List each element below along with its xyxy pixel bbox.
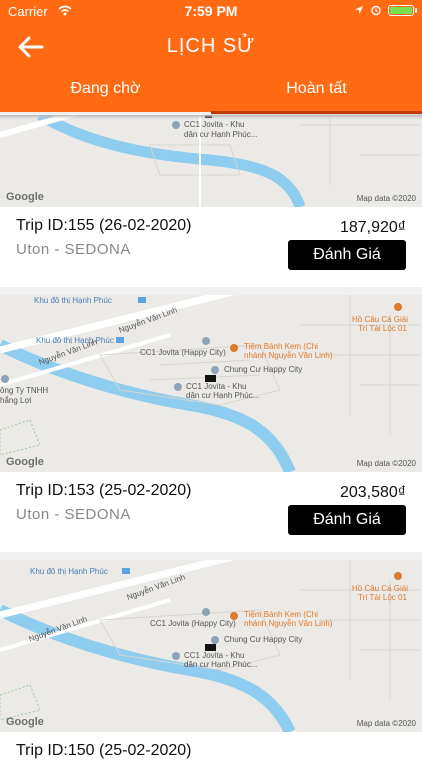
- vehicle-name: Uton - SEDONA: [16, 506, 131, 523]
- map-label: Chung Cư Happy City: [224, 635, 302, 644]
- rate-button[interactable]: Đánh Giá: [288, 505, 406, 535]
- map-label: Khu đô thị Hạnh Phúc: [36, 336, 114, 345]
- trip-price: 187,920₫: [339, 219, 406, 236]
- map-label: Trí Tài Lộc 01: [358, 593, 407, 602]
- rate-button[interactable]: Đánh Giá: [288, 240, 406, 270]
- map-label: ông Ty TNHH: [0, 386, 48, 395]
- trip-id: Trip ID:150 (25-02-2020): [16, 742, 192, 759]
- map-attribution: Map data ©2020: [356, 194, 416, 203]
- google-logo: Google: [6, 456, 44, 468]
- page-title: LỊCH SỬ: [166, 35, 256, 57]
- battery-icon: [388, 4, 417, 16]
- header-shadow: [0, 115, 422, 119]
- map-attribution: Map data ©2020: [356, 719, 416, 728]
- trip-card[interactable]: Trip ID:150 (25-02-2020): [0, 732, 422, 772]
- google-logo: Google: [6, 191, 44, 203]
- trip-card[interactable]: Trip ID:153 (25-02-2020) Uton - SEDONA 2…: [0, 472, 422, 552]
- tab-bar: Đang chờ Hoàn tất: [0, 72, 422, 112]
- google-logo: Google: [6, 716, 44, 728]
- map-label: nhánh Nguyễn Văn Linh): [244, 619, 333, 628]
- map-label: CC1 Jovita - Khu: [184, 651, 244, 660]
- nav-bar: LỊCH SỬ: [0, 22, 422, 72]
- map-label: CC1 Jovita - Khu: [184, 120, 244, 129]
- map-label: Chung Cư Happy City: [224, 365, 302, 374]
- map-label: nhánh Nguyễn Văn Linh): [244, 351, 333, 360]
- trip-card[interactable]: Trip ID:155 (26-02-2020) Uton - SEDONA 1…: [0, 207, 422, 287]
- map-attribution: Map data ©2020: [356, 459, 416, 468]
- alarm-icon: [371, 5, 381, 16]
- map-label: Tiệm Bánh Kem (Chi: [244, 342, 318, 351]
- map-label: Khu đô thị Hạnh Phúc: [30, 567, 108, 576]
- status-bar: Carrier 7:59 PM: [0, 0, 422, 22]
- map-label: Trí Tài Lộc 01: [358, 324, 407, 333]
- map-label: CC1 Jovita (Happy City): [140, 348, 226, 357]
- trip-map[interactable]: CC1 Jovita - Khu dân cư Hạnh Phúc... Goo…: [0, 115, 422, 207]
- map-label: Hồ Câu Cá Giải: [352, 315, 408, 324]
- map-label: dân cư Hạnh Phúc...: [184, 130, 257, 139]
- map-label: dân cư Hạnh Phúc...: [184, 660, 257, 669]
- location-arrow-icon: [355, 6, 363, 14]
- trip-map[interactable]: Khu đô thị Hạnh Phúc Nguyễn Văn Linh Ngu…: [0, 560, 422, 732]
- map-label: Hồ Câu Cá Giải: [352, 584, 408, 593]
- map-label: hắng Lợi: [0, 396, 32, 405]
- trip-map[interactable]: Khu đô thị Hạnh Phúc Khu đô thị Hạnh Phú…: [0, 295, 422, 472]
- map-label: Khu đô thị Hạnh Phúc: [34, 296, 112, 305]
- trip-id: Trip ID:155 (26-02-2020): [16, 217, 192, 234]
- map-label: CC1 Jovita - Khu: [186, 382, 246, 391]
- tab-completed[interactable]: Hoàn tất: [211, 72, 422, 112]
- vehicle-name: Uton - SEDONA: [16, 241, 131, 258]
- map-label: dân cư Hạnh Phúc...: [186, 391, 259, 400]
- map-label: Tiệm Bánh Kem (Chi: [244, 610, 318, 619]
- trip-price: 203,580₫: [339, 484, 406, 501]
- trip-id: Trip ID:153 (25-02-2020): [16, 482, 192, 499]
- map-label: CC1 Jovita (Happy City): [150, 619, 236, 628]
- tab-pending[interactable]: Đang chờ: [0, 72, 211, 112]
